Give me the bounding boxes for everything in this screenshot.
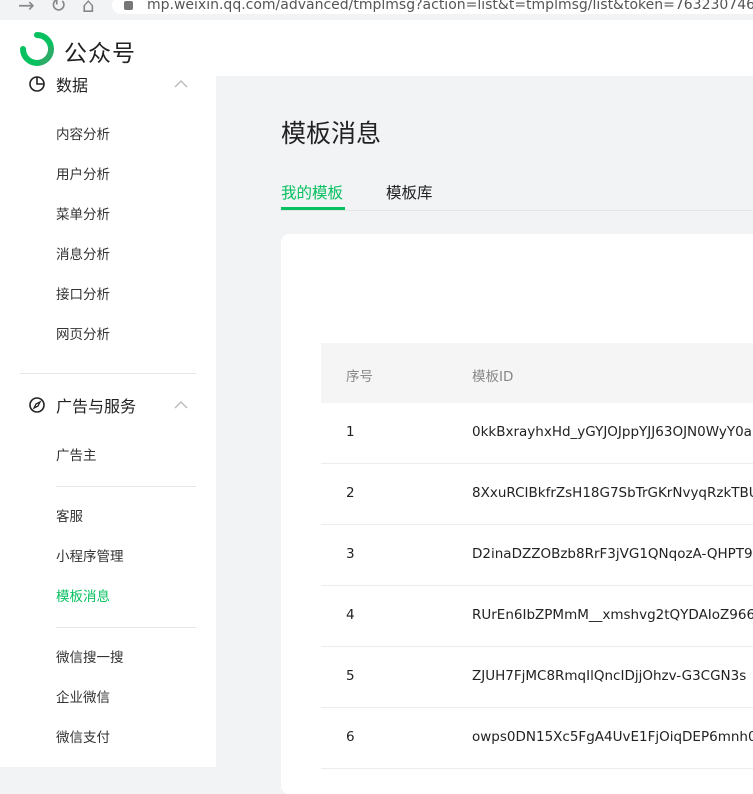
wechat-mp-logo-icon[interactable]	[20, 32, 54, 66]
sidebar: 数据 内容分析 用户分析 菜单分析 消息分析 接口分析 网页分析 广告与服务 广…	[0, 76, 216, 767]
active-tab-indicator	[281, 207, 345, 210]
sidebar-item-user-analysis[interactable]: 用户分析	[56, 165, 110, 185]
row-template-id: ZJUH7FjMC8RmqIlQncIDjjOhzv-G3CGN3s	[472, 668, 747, 684]
sidebar-item-wechat-search[interactable]: 微信搜一搜	[56, 648, 124, 668]
table-row[interactable]: 1 0kkBxrayhxHd_yGYJOJppYJJ63OJN0WyY0a	[321, 403, 753, 464]
chevron-up-icon[interactable]	[174, 79, 188, 89]
table-row[interactable]: 3 D2inaDZZOBzb8RrF3jVG1QNqozA-QHPT9	[321, 525, 753, 586]
compass-icon	[29, 397, 45, 413]
sidebar-item-wechat-pay[interactable]: 微信支付	[56, 728, 110, 748]
row-index: 2	[346, 485, 355, 501]
table-row[interactable]: 4 RUrEn6IbZPMmM__xmshvg2tQYDAIoZ966	[321, 586, 753, 647]
row-template-id: RUrEn6IbZPMmM__xmshvg2tQYDAIoZ966	[472, 607, 753, 623]
row-template-id: D2inaDZZOBzb8RrF3jVG1QNqozA-QHPT9	[472, 546, 753, 562]
sidebar-item-customer-service[interactable]: 客服	[56, 507, 83, 527]
sidebar-item-menu-analysis[interactable]: 菜单分析	[56, 205, 110, 225]
home-icon[interactable]: ⌂	[82, 0, 95, 17]
sidebar-item-message-analysis[interactable]: 消息分析	[56, 245, 110, 265]
table-row[interactable]: 6 owps0DN15Xc5FgA4UvE1FjOiqDEP6mnh0	[321, 708, 753, 769]
sidebar-item-template-message[interactable]: 模板消息	[56, 587, 110, 607]
sidebar-item-advertiser[interactable]: 广告主	[56, 446, 97, 466]
tab-bar: 我的模板 模板库	[281, 182, 753, 211]
url-field[interactable]: mp.weixin.qq.com/advanced/tmplmsg?action…	[112, 0, 753, 14]
row-index: 4	[346, 607, 355, 623]
row-index: 5	[346, 668, 355, 684]
reload-icon[interactable]: ↻	[50, 0, 67, 17]
lock-icon	[124, 0, 133, 10]
sidebar-section-data[interactable]: 数据	[28, 73, 88, 95]
sidebar-section-ads-services[interactable]: 广告与服务	[28, 394, 136, 416]
sidebar-divider	[56, 486, 196, 487]
top-header: 公众号	[0, 20, 753, 76]
row-index: 6	[346, 729, 355, 745]
page-title: 模板消息	[281, 119, 382, 148]
sidebar-item-web-analysis[interactable]: 网页分析	[56, 325, 110, 345]
row-template-id: 8XxuRCIBkfrZsH18G7SbTrGKrNvyqRzkTBU	[472, 485, 753, 501]
column-header-index: 序号	[346, 369, 373, 385]
column-header-template-id: 模板ID	[472, 369, 514, 385]
sidebar-divider	[56, 627, 196, 628]
chevron-up-icon[interactable]	[174, 400, 188, 410]
sidebar-item-api-analysis[interactable]: 接口分析	[56, 285, 110, 305]
table-header: 序号 模板ID	[321, 343, 753, 403]
sidebar-section-ads-label: 广告与服务	[56, 397, 137, 416]
tab-template-library[interactable]: 模板库	[386, 182, 433, 204]
table-row[interactable]: 5 ZJUH7FjMC8RmqIlQncIDjjOhzv-G3CGN3s	[321, 647, 753, 708]
sidebar-section-data-label: 数据	[56, 76, 89, 95]
row-template-id: owps0DN15Xc5FgA4UvE1FjOiqDEP6mnh0	[472, 729, 753, 745]
brand-title[interactable]: 公众号	[64, 34, 136, 68]
row-index: 3	[346, 546, 355, 562]
pie-chart-icon	[29, 76, 45, 92]
row-index: 1	[346, 424, 355, 440]
sidebar-divider	[20, 373, 196, 374]
sidebar-item-mini-program[interactable]: 小程序管理	[56, 547, 124, 567]
tab-my-templates[interactable]: 我的模板	[281, 182, 343, 204]
table-row[interactable]: 2 8XxuRCIBkfrZsH18G7SbTrGKrNvyqRzkTBU	[321, 464, 753, 525]
row-template-id: 0kkBxrayhxHd_yGYJOJppYJJ63OJN0WyY0a	[472, 424, 752, 440]
sidebar-item-content-analysis[interactable]: 内容分析	[56, 125, 110, 145]
forward-icon[interactable]: →	[18, 0, 35, 17]
url-text: mp.weixin.qq.com/advanced/tmplmsg?action…	[147, 0, 753, 13]
sidebar-item-work-wechat[interactable]: 企业微信	[56, 688, 110, 708]
browser-address-bar: → ↻ ⌂ mp.weixin.qq.com/advanced/tmplmsg?…	[0, 0, 753, 20]
